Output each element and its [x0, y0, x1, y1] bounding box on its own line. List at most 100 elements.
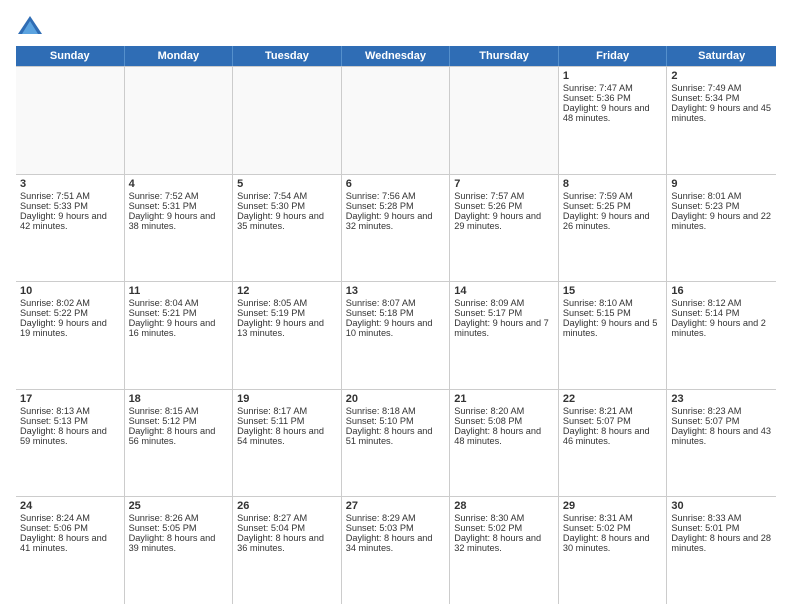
day-info: Sunset: 5:26 PM — [454, 201, 554, 211]
calendar-row-0: 1Sunrise: 7:47 AMSunset: 5:36 PMDaylight… — [16, 67, 776, 175]
day-cell-9: 9Sunrise: 8:01 AMSunset: 5:23 PMDaylight… — [667, 175, 776, 282]
empty-cell — [125, 67, 234, 174]
day-cell-11: 11Sunrise: 8:04 AMSunset: 5:21 PMDayligh… — [125, 282, 234, 389]
day-info: Sunrise: 8:02 AM — [20, 298, 120, 308]
header-day-thursday: Thursday — [450, 46, 559, 66]
calendar-row-3: 17Sunrise: 8:13 AMSunset: 5:13 PMDayligh… — [16, 390, 776, 498]
day-number: 9 — [671, 178, 772, 190]
day-info: Sunrise: 8:12 AM — [671, 298, 772, 308]
day-info: Sunrise: 8:04 AM — [129, 298, 229, 308]
day-cell-15: 15Sunrise: 8:10 AMSunset: 5:15 PMDayligh… — [559, 282, 668, 389]
day-info: Daylight: 9 hours and 42 minutes. — [20, 211, 120, 231]
day-info: Sunset: 5:15 PM — [563, 308, 663, 318]
day-info: Sunrise: 8:10 AM — [563, 298, 663, 308]
day-cell-13: 13Sunrise: 8:07 AMSunset: 5:18 PMDayligh… — [342, 282, 451, 389]
day-info: Sunset: 5:19 PM — [237, 308, 337, 318]
day-info: Daylight: 9 hours and 35 minutes. — [237, 211, 337, 231]
day-number: 16 — [671, 285, 772, 297]
day-number: 10 — [20, 285, 120, 297]
day-info: Sunset: 5:01 PM — [671, 523, 772, 533]
day-info: Daylight: 8 hours and 32 minutes. — [454, 533, 554, 553]
day-info: Daylight: 9 hours and 5 minutes. — [563, 318, 663, 338]
day-info: Sunrise: 8:17 AM — [237, 406, 337, 416]
day-info: Sunset: 5:14 PM — [671, 308, 772, 318]
day-info: Sunrise: 7:56 AM — [346, 191, 446, 201]
day-cell-12: 12Sunrise: 8:05 AMSunset: 5:19 PMDayligh… — [233, 282, 342, 389]
day-cell-8: 8Sunrise: 7:59 AMSunset: 5:25 PMDaylight… — [559, 175, 668, 282]
day-cell-24: 24Sunrise: 8:24 AMSunset: 5:06 PMDayligh… — [16, 497, 125, 604]
empty-cell — [233, 67, 342, 174]
day-cell-26: 26Sunrise: 8:27 AMSunset: 5:04 PMDayligh… — [233, 497, 342, 604]
empty-cell — [450, 67, 559, 174]
day-info: Sunset: 5:02 PM — [563, 523, 663, 533]
day-info: Daylight: 9 hours and 7 minutes. — [454, 318, 554, 338]
day-info: Daylight: 9 hours and 45 minutes. — [671, 103, 772, 123]
day-cell-7: 7Sunrise: 7:57 AMSunset: 5:26 PMDaylight… — [450, 175, 559, 282]
day-info: Sunrise: 7:47 AM — [563, 83, 663, 93]
day-number: 30 — [671, 500, 772, 512]
day-info: Daylight: 8 hours and 43 minutes. — [671, 426, 772, 446]
header-day-saturday: Saturday — [667, 46, 776, 66]
day-info: Daylight: 8 hours and 34 minutes. — [346, 533, 446, 553]
empty-cell — [342, 67, 451, 174]
day-info: Daylight: 8 hours and 36 minutes. — [237, 533, 337, 553]
day-info: Daylight: 9 hours and 10 minutes. — [346, 318, 446, 338]
day-cell-20: 20Sunrise: 8:18 AMSunset: 5:10 PMDayligh… — [342, 390, 451, 497]
day-info: Sunset: 5:25 PM — [563, 201, 663, 211]
day-info: Sunrise: 8:20 AM — [454, 406, 554, 416]
day-info: Daylight: 8 hours and 41 minutes. — [20, 533, 120, 553]
day-info: Daylight: 8 hours and 48 minutes. — [454, 426, 554, 446]
header-day-tuesday: Tuesday — [233, 46, 342, 66]
day-info: Sunrise: 8:15 AM — [129, 406, 229, 416]
empty-cell — [16, 67, 125, 174]
day-number: 21 — [454, 393, 554, 405]
day-info: Sunset: 5:31 PM — [129, 201, 229, 211]
day-cell-3: 3Sunrise: 7:51 AMSunset: 5:33 PMDaylight… — [16, 175, 125, 282]
day-info: Sunrise: 8:07 AM — [346, 298, 446, 308]
logo-icon — [16, 12, 44, 40]
day-info: Sunrise: 8:29 AM — [346, 513, 446, 523]
day-cell-28: 28Sunrise: 8:30 AMSunset: 5:02 PMDayligh… — [450, 497, 559, 604]
day-info: Daylight: 8 hours and 54 minutes. — [237, 426, 337, 446]
day-number: 6 — [346, 178, 446, 190]
day-info: Sunset: 5:12 PM — [129, 416, 229, 426]
day-info: Daylight: 9 hours and 22 minutes. — [671, 211, 772, 231]
day-info: Daylight: 9 hours and 38 minutes. — [129, 211, 229, 231]
day-info: Daylight: 8 hours and 28 minutes. — [671, 533, 772, 553]
day-info: Sunset: 5:30 PM — [237, 201, 337, 211]
day-number: 20 — [346, 393, 446, 405]
day-number: 8 — [563, 178, 663, 190]
day-info: Sunset: 5:21 PM — [129, 308, 229, 318]
day-number: 27 — [346, 500, 446, 512]
day-info: Sunrise: 8:23 AM — [671, 406, 772, 416]
day-info: Sunrise: 7:54 AM — [237, 191, 337, 201]
day-cell-14: 14Sunrise: 8:09 AMSunset: 5:17 PMDayligh… — [450, 282, 559, 389]
day-info: Daylight: 8 hours and 56 minutes. — [129, 426, 229, 446]
day-info: Sunrise: 8:27 AM — [237, 513, 337, 523]
day-cell-30: 30Sunrise: 8:33 AMSunset: 5:01 PMDayligh… — [667, 497, 776, 604]
day-number: 24 — [20, 500, 120, 512]
day-info: Daylight: 8 hours and 39 minutes. — [129, 533, 229, 553]
day-info: Sunset: 5:11 PM — [237, 416, 337, 426]
day-number: 5 — [237, 178, 337, 190]
day-info: Sunrise: 8:05 AM — [237, 298, 337, 308]
day-number: 25 — [129, 500, 229, 512]
calendar-row-4: 24Sunrise: 8:24 AMSunset: 5:06 PMDayligh… — [16, 497, 776, 604]
day-number: 28 — [454, 500, 554, 512]
day-info: Sunset: 5:22 PM — [20, 308, 120, 318]
day-cell-22: 22Sunrise: 8:21 AMSunset: 5:07 PMDayligh… — [559, 390, 668, 497]
day-info: Daylight: 9 hours and 13 minutes. — [237, 318, 337, 338]
day-info: Sunset: 5:07 PM — [671, 416, 772, 426]
day-cell-25: 25Sunrise: 8:26 AMSunset: 5:05 PMDayligh… — [125, 497, 234, 604]
day-info: Sunset: 5:07 PM — [563, 416, 663, 426]
day-info: Daylight: 9 hours and 19 minutes. — [20, 318, 120, 338]
day-cell-23: 23Sunrise: 8:23 AMSunset: 5:07 PMDayligh… — [667, 390, 776, 497]
day-info: Sunset: 5:28 PM — [346, 201, 446, 211]
day-info: Daylight: 9 hours and 48 minutes. — [563, 103, 663, 123]
day-number: 23 — [671, 393, 772, 405]
day-info: Sunrise: 8:30 AM — [454, 513, 554, 523]
day-info: Sunset: 5:10 PM — [346, 416, 446, 426]
day-number: 18 — [129, 393, 229, 405]
day-info: Sunset: 5:03 PM — [346, 523, 446, 533]
day-info: Sunset: 5:06 PM — [20, 523, 120, 533]
